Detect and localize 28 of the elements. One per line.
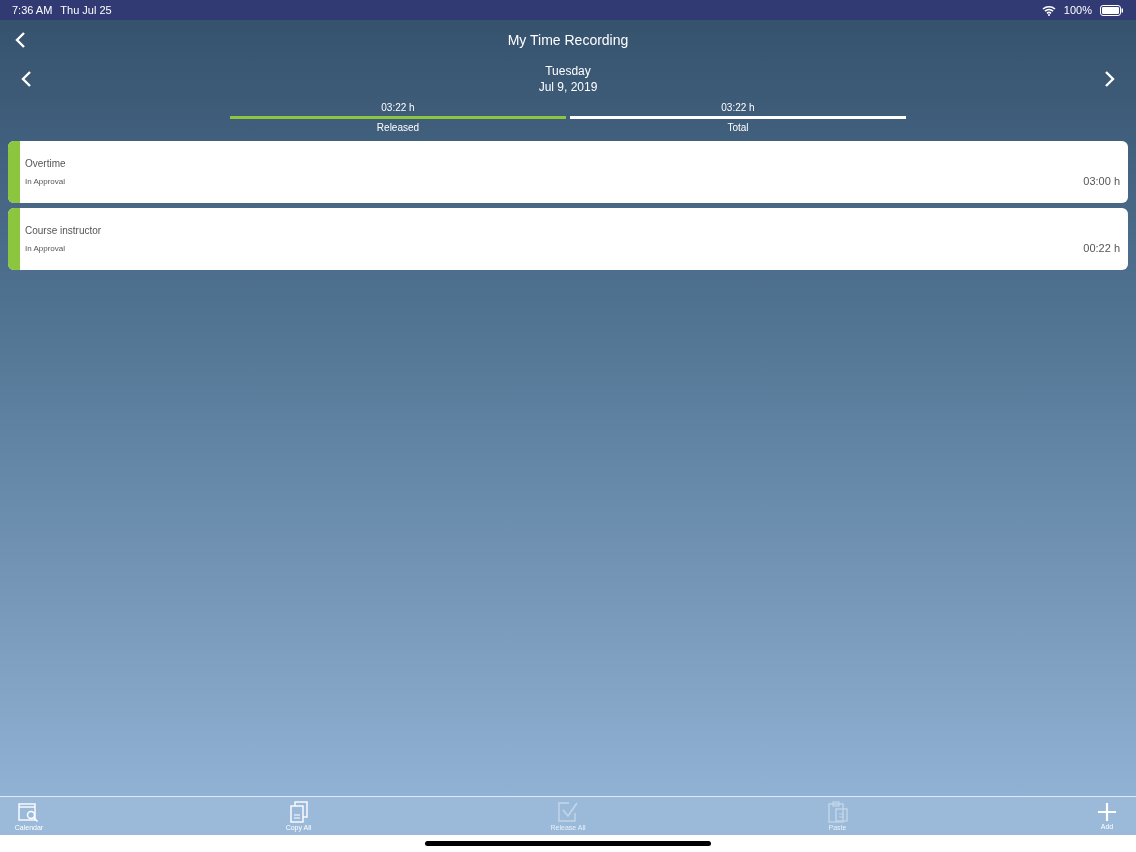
entry-title: Overtime xyxy=(25,158,67,169)
battery-icon xyxy=(1100,4,1124,16)
previous-day-icon[interactable] xyxy=(20,70,32,88)
summary-value: 03:22 h xyxy=(721,102,755,113)
entry-status: In Approval xyxy=(25,177,67,186)
checkbox-tick-icon xyxy=(557,801,579,823)
summary-value: 03:22 h xyxy=(381,102,415,113)
entry-duration: 00:22 h xyxy=(1083,242,1120,254)
entry-title: Course instructor xyxy=(25,225,103,236)
time-entry-card[interactable]: Course instructor In Approval 00:22 h xyxy=(8,208,1128,270)
back-icon[interactable] xyxy=(14,31,26,49)
entry-duration: 03:00 h xyxy=(1083,175,1120,187)
copy-icon xyxy=(287,801,310,823)
day-date: Jul 9, 2019 xyxy=(538,80,598,94)
status-date: Thu Jul 25 xyxy=(60,4,112,16)
page-title: My Time Recording xyxy=(507,32,629,48)
summary-label: Released xyxy=(376,122,420,133)
time-entry-card[interactable]: Overtime In Approval 03:00 h xyxy=(8,141,1128,203)
next-day-icon[interactable] xyxy=(1104,70,1116,88)
add-icon xyxy=(1097,802,1117,822)
entry-status: In Approval xyxy=(25,244,67,253)
summary-label: Total xyxy=(727,122,749,133)
battery-percent: 100% xyxy=(1063,4,1092,16)
status-time: 7:36 AM xyxy=(12,4,53,16)
weekday: Tuesday xyxy=(545,64,591,78)
clipboard-icon xyxy=(826,801,849,823)
wifi-icon xyxy=(1041,4,1056,16)
calendar-search-icon xyxy=(18,801,40,823)
